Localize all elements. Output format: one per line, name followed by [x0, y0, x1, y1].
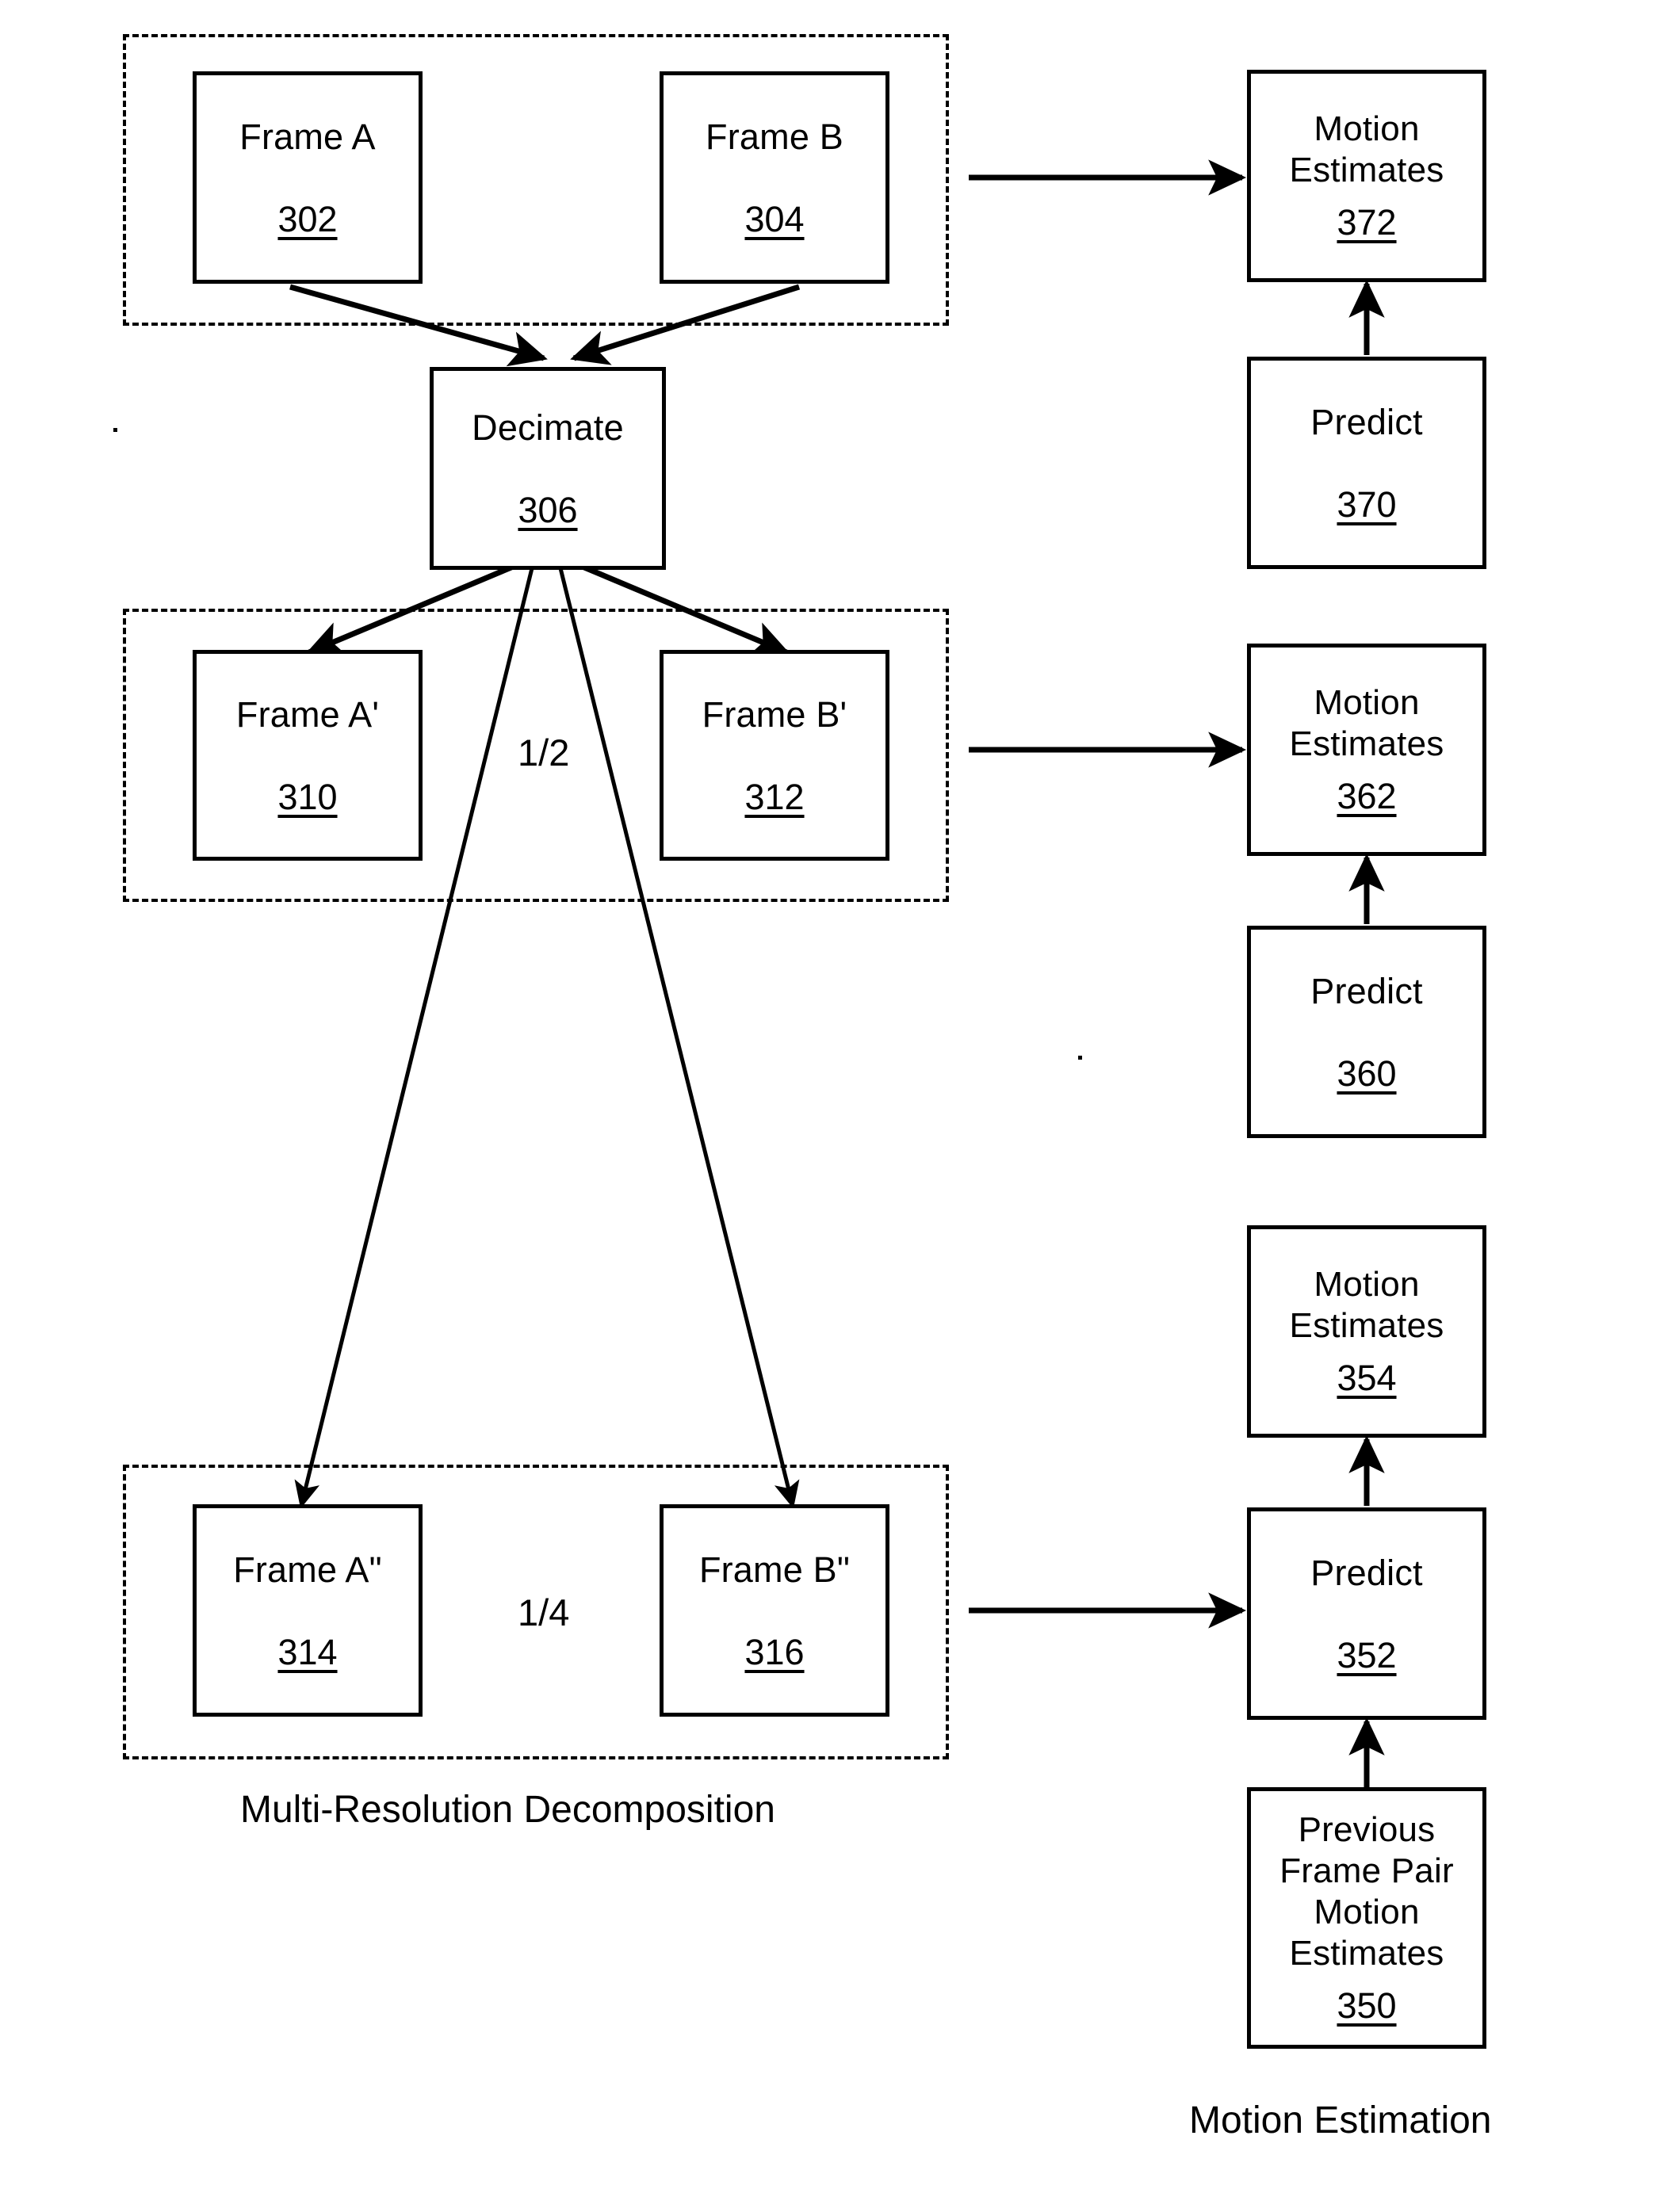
- node-title: Predict: [1310, 401, 1423, 442]
- node-decimate[interactable]: Decimate 306: [430, 367, 666, 570]
- node-frame-a-prime[interactable]: Frame A' 310: [193, 650, 423, 861]
- node-refnum: 302: [277, 198, 338, 239]
- node-title: Predict: [1310, 970, 1423, 1011]
- node-frame-b[interactable]: Frame B 304: [660, 71, 889, 284]
- scan-speck: [113, 428, 117, 432]
- node-predict-370[interactable]: Predict 370: [1247, 357, 1486, 569]
- node-predict-352[interactable]: Predict 352: [1247, 1507, 1486, 1720]
- node-title: Frame B": [698, 1549, 851, 1590]
- node-title: Frame B: [706, 116, 843, 157]
- node-title: Decimate: [472, 407, 624, 448]
- node-previous-frame-pair-motion-estimates-350[interactable]: Previous Frame Pair Motion Estimates 350: [1247, 1787, 1486, 2049]
- caption-multi-resolution-decomposition: Multi-Resolution Decomposition: [240, 1789, 775, 1831]
- node-refnum: 354: [1337, 1358, 1397, 1399]
- node-motion-estimates-372[interactable]: Motion Estimates 372: [1247, 70, 1486, 282]
- ratio-label-half: 1/2: [511, 731, 576, 775]
- node-title: Motion Estimates: [1289, 109, 1444, 190]
- scan-speck: [1078, 1056, 1082, 1060]
- node-title: Motion Estimates: [1289, 683, 1444, 764]
- node-frame-b-double-prime[interactable]: Frame B" 316: [660, 1504, 889, 1717]
- node-frame-b-prime[interactable]: Frame B' 312: [660, 650, 889, 861]
- node-refnum: 350: [1337, 1985, 1397, 2026]
- node-title: Frame B': [702, 693, 847, 735]
- node-refnum: 360: [1337, 1053, 1397, 1094]
- node-title: Frame A: [239, 116, 376, 157]
- node-title: Frame A': [235, 693, 380, 735]
- node-title: Previous Frame Pair Motion Estimates: [1279, 1810, 1454, 1973]
- node-refnum: 372: [1337, 202, 1397, 243]
- node-motion-estimates-354[interactable]: Motion Estimates 354: [1247, 1225, 1486, 1438]
- node-predict-360[interactable]: Predict 360: [1247, 926, 1486, 1138]
- node-refnum: 312: [744, 776, 805, 817]
- node-refnum: 362: [1337, 776, 1397, 817]
- caption-motion-estimation: Motion Estimation: [1189, 2099, 1492, 2141]
- node-frame-a-double-prime[interactable]: Frame A" 314: [193, 1504, 423, 1717]
- node-title: Predict: [1310, 1552, 1423, 1593]
- node-refnum: 304: [744, 198, 805, 239]
- node-title: Frame A": [233, 1549, 382, 1590]
- figure-canvas: Frame A 302 Frame B 304 Decimate 306 Fra…: [0, 0, 1660, 2212]
- node-refnum: 316: [744, 1631, 805, 1672]
- node-refnum: 370: [1337, 483, 1397, 525]
- node-title: Motion Estimates: [1289, 1265, 1444, 1346]
- ratio-label-quarter: 1/4: [511, 1591, 576, 1635]
- node-refnum: 306: [518, 489, 578, 530]
- node-refnum: 310: [277, 776, 338, 817]
- node-refnum: 314: [277, 1631, 338, 1672]
- node-refnum: 352: [1337, 1634, 1397, 1675]
- node-frame-a[interactable]: Frame A 302: [193, 71, 423, 284]
- node-motion-estimates-362[interactable]: Motion Estimates 362: [1247, 644, 1486, 856]
